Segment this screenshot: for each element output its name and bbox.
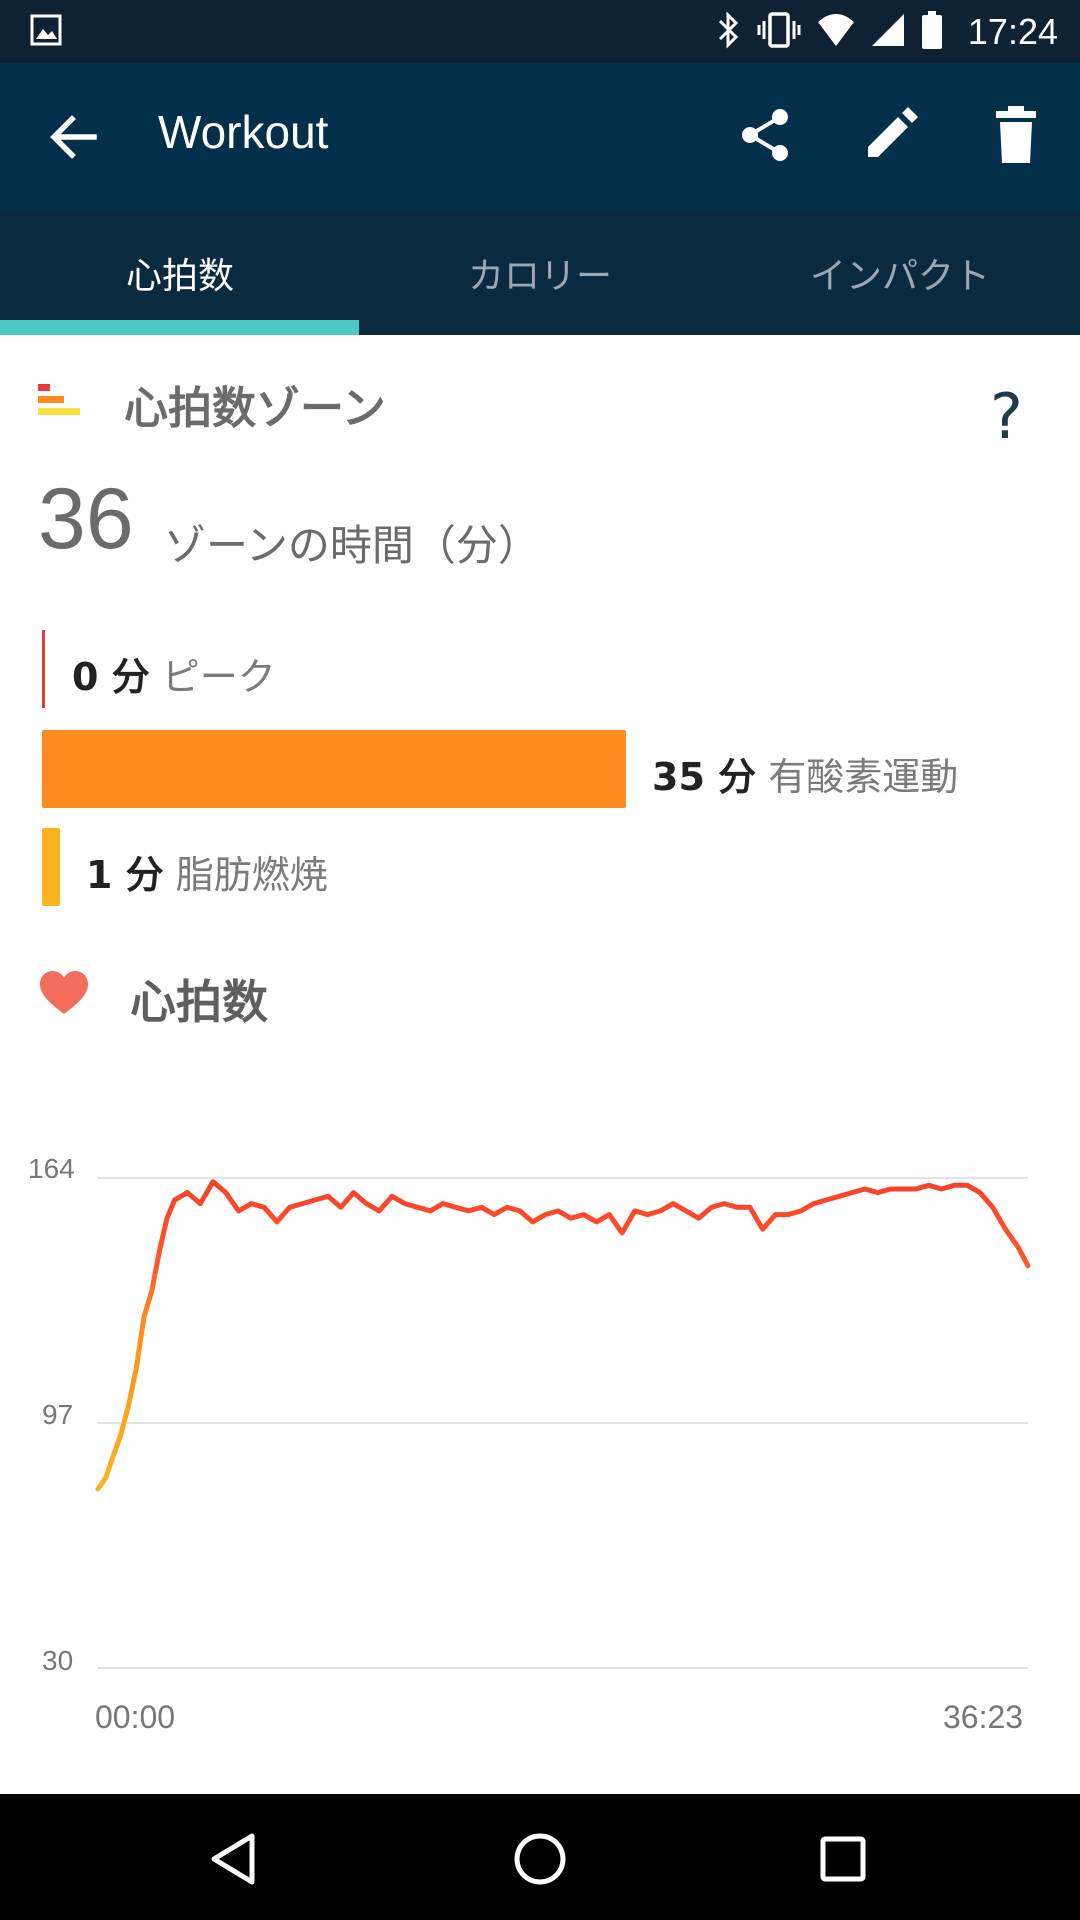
heart-icon <box>38 970 90 1020</box>
chart-grid <box>98 1177 1028 1669</box>
x-end-label: 36:23 <box>943 1699 1023 1735</box>
wifi-icon <box>816 12 856 52</box>
nav-back-button[interactable] <box>200 1824 270 1894</box>
arrow-left-icon <box>50 115 97 159</box>
zone-cardio-row: 35 分 有酸素運動 <box>652 746 958 801</box>
circle-home-icon <box>514 1833 566 1885</box>
delete-button[interactable] <box>984 103 1048 167</box>
share-button[interactable] <box>734 103 798 167</box>
tab-calories[interactable]: カロリー <box>360 210 720 335</box>
zone-cardio-name: 有酸素運動 <box>768 755 959 799</box>
bluetooth-icon <box>716 10 742 54</box>
y-axis-labels: 164 97 30 <box>28 1153 75 1676</box>
gallery-notification-icon <box>30 14 62 50</box>
square-recents-icon <box>820 1836 866 1882</box>
tab-impact[interactable]: インパクト <box>720 210 1080 335</box>
tab-active-indicator <box>0 320 359 335</box>
zone-fatburn-row: 1 分 脂肪燃焼 <box>86 844 328 899</box>
app-bar: Workout <box>0 63 1080 210</box>
edit-button[interactable] <box>858 103 922 167</box>
status-bar: 17:24 <box>0 0 1080 63</box>
heart-rate-chart: 164 97 30 00:00 36:23 <box>28 1153 1031 1735</box>
heart-rate-title: 心拍数 <box>130 975 268 1029</box>
y-tick-bottom: 30 <box>42 1645 73 1676</box>
zone-fatburn-bar <box>42 828 60 906</box>
x-start-label: 00:00 <box>95 1699 175 1735</box>
navigation-bar <box>0 1794 1080 1920</box>
status-time: 17:24 <box>967 11 1058 52</box>
page-title: Workout <box>158 106 329 158</box>
triangle-back-icon <box>211 1833 255 1885</box>
zone-peak-bar <box>42 630 45 708</box>
nav-home-button[interactable] <box>505 1824 575 1894</box>
zone-peak-name: ピーク <box>161 655 276 699</box>
pencil-icon <box>868 107 918 157</box>
zone-peak-row: 0 分 ピーク <box>72 646 276 701</box>
vibrate-icon <box>756 10 802 54</box>
nav-recents-button[interactable] <box>808 1824 878 1894</box>
zone-cardio-bar <box>42 730 626 808</box>
zones-icon <box>38 384 82 428</box>
zone-fatburn-name: 脂肪燃焼 <box>175 853 328 897</box>
signal-icon <box>870 12 906 52</box>
tab-bar: 心拍数 カロリー インパクト <box>0 210 1080 335</box>
tab-heart-rate[interactable]: 心拍数 <box>0 210 360 335</box>
zone-total-minutes: 36 <box>38 471 134 567</box>
zone-fatburn-minutes: 1 分 <box>86 853 164 897</box>
zone-peak-minutes: 0 分 <box>72 655 150 699</box>
back-button[interactable] <box>46 109 102 165</box>
share-icon <box>742 109 788 161</box>
heart-rate-series-line <box>95 1179 1031 1492</box>
zone-cardio-minutes: 35 分 <box>652 755 757 799</box>
y-tick-mid: 97 <box>42 1399 73 1430</box>
battery-icon <box>920 10 944 54</box>
trash-icon <box>996 106 1036 163</box>
zone-total-label: ゾーンの時間（分） <box>164 521 540 570</box>
y-tick-top: 164 <box>28 1153 75 1184</box>
help-button[interactable]: ? <box>990 380 1023 453</box>
zones-title: 心拍数ゾーン <box>124 383 386 434</box>
